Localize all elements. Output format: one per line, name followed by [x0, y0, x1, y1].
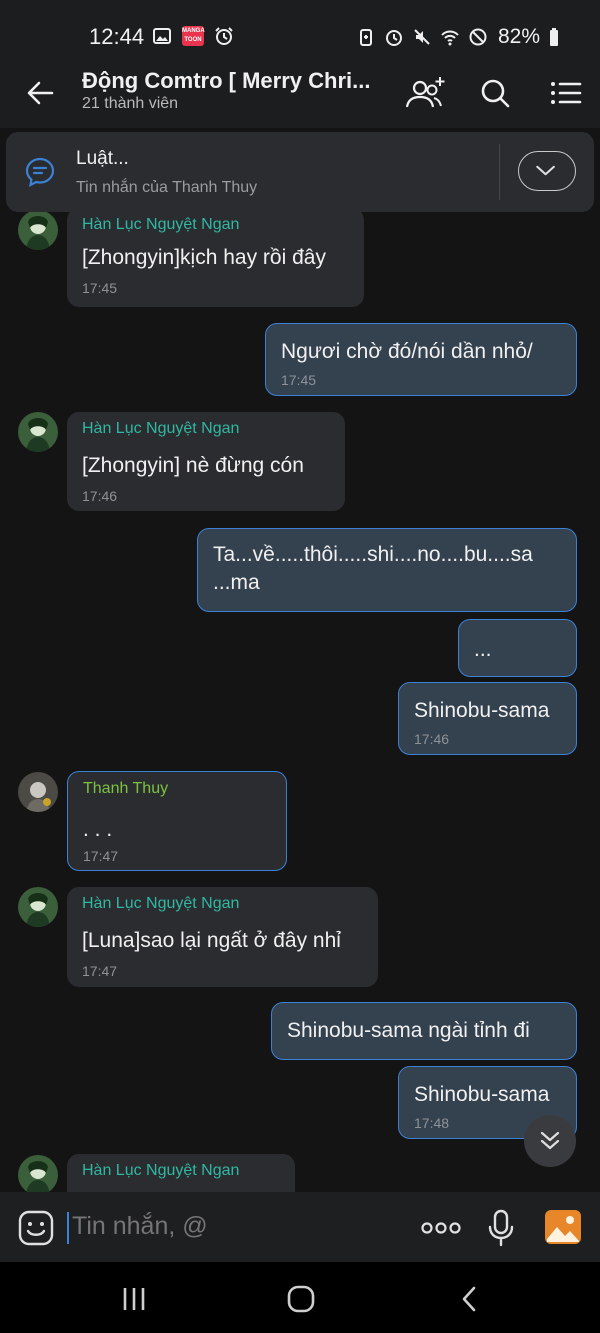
home-icon[interactable] — [286, 1284, 316, 1314]
message-bubble[interactable]: Thanh Thuy . . . 17:47 — [67, 771, 287, 871]
message-bubble[interactable]: Ta...về.....thôi.....shi....no....bu....… — [197, 528, 577, 612]
back-nav-icon[interactable] — [455, 1284, 485, 1314]
avatar-image — [18, 212, 58, 250]
do-not-disturb-icon — [469, 28, 487, 46]
message-text-line: ...ma — [213, 571, 260, 594]
message-text: Ngươi chờ đó/nói dần nhỏ/ — [281, 340, 533, 363]
message-time: 17:46 — [414, 731, 450, 747]
message-text: [Zhongyin] nè đừng cón — [82, 454, 304, 477]
scroll-to-bottom-button[interactable] — [524, 1115, 576, 1167]
add-member-icon[interactable] — [402, 73, 446, 113]
battery-icon — [550, 28, 558, 46]
alarm-icon — [385, 30, 402, 46]
message-bubble[interactable]: Shinobu-sama 17:46 — [398, 682, 577, 755]
avatar[interactable] — [18, 212, 58, 250]
status-time: 12:44 — [89, 24, 145, 49]
message-bubble[interactable]: Hàn Lục Nguyệt Ngan — [67, 1154, 295, 1192]
avatar[interactable] — [18, 772, 58, 812]
status-bar: 12:44 MANGA TOON 82% — [0, 0, 600, 58]
status-left-icons: MANGA TOON — [152, 26, 234, 46]
message-text: [Zhongyin]kịch hay rồi đây — [82, 246, 326, 269]
chat-header: Động Comtro [ Merry Chri... 21 thành viê… — [0, 58, 600, 128]
status-right-icons: 82% — [356, 25, 560, 49]
message-time: 17:47 — [82, 963, 118, 979]
avatar[interactable] — [18, 412, 58, 452]
message-text: . . . — [83, 818, 113, 841]
sender-name[interactable]: Hàn Lục Nguyệt Ngan — [82, 895, 239, 913]
pinned-divider — [499, 144, 500, 200]
wifi-icon — [441, 30, 459, 46]
message-time: 17:46 — [82, 488, 118, 504]
message-bubble[interactable]: Ngươi chờ đó/nói dần nhỏ/ 17:45 — [265, 323, 577, 396]
double-chevron-down-icon — [540, 1131, 560, 1150]
avatar-image — [18, 887, 58, 927]
recent-apps-icon[interactable] — [119, 1284, 149, 1314]
pinned-title: Luật... — [76, 148, 129, 169]
message-bubble[interactable]: Hàn Lục Nguyệt Ngan [Zhongyin] nè đừng c… — [67, 412, 345, 511]
message-list[interactable]: Hàn Lục Nguyệt Ngan [Zhongyin]kịch hay r… — [0, 212, 600, 1192]
sticker-icon[interactable] — [18, 1210, 54, 1246]
avatar[interactable] — [18, 887, 58, 927]
chat-title[interactable]: Động Comtro [ Merry Chri... — [82, 68, 372, 94]
avatar-image — [18, 412, 58, 452]
alarm-icon — [215, 27, 233, 45]
message-input[interactable] — [72, 1212, 402, 1241]
pinned-subtitle: Tin nhắn của Thanh Thuy — [76, 179, 258, 196]
message-text: Shinobu-sama — [414, 1083, 550, 1106]
message-time: 17:48 — [414, 1115, 450, 1131]
sender-name[interactable]: Thanh Thuy — [83, 780, 168, 798]
message-bubble[interactable]: Hàn Lục Nguyệt Ngan [Luna]sao lại ngất ở… — [67, 887, 378, 987]
message-composer — [0, 1192, 600, 1262]
chevron-down-icon — [536, 165, 555, 176]
more-options-icon[interactable] — [420, 1214, 462, 1242]
message-bubble[interactable]: ... — [458, 619, 577, 677]
member-count[interactable]: 21 thành viên — [82, 95, 178, 113]
message-bubble[interactable]: Hàn Lục Nguyệt Ngan [Zhongyin]kịch hay r… — [67, 212, 364, 307]
message-text: ... — [474, 638, 492, 661]
chat-bubble-icon — [25, 157, 55, 188]
message-text: [Luna]sao lại ngất ở đây nhỉ — [82, 929, 341, 952]
text-cursor — [67, 1212, 69, 1244]
gallery-notification-icon — [153, 28, 171, 44]
message-time: 17:47 — [83, 848, 119, 864]
microphone-icon[interactable] — [486, 1208, 516, 1248]
pinned-message-bar[interactable]: Luật... Tin nhắn của Thanh Thuy — [6, 132, 594, 212]
message-text: Shinobu-sama — [414, 699, 550, 722]
message-time: 17:45 — [281, 372, 317, 388]
message-time: 17:45 — [82, 280, 118, 296]
avatar-image — [18, 772, 58, 812]
message-text-line: Ta...về.....thôi.....shi....no....bu....… — [213, 543, 533, 566]
message-bubble[interactable]: Shinobu-sama ngài tỉnh đi — [271, 1002, 577, 1060]
sender-name[interactable]: Hàn Lục Nguyệt Ngan — [82, 420, 239, 438]
gallery-icon[interactable] — [544, 1209, 582, 1245]
menu-list-icon[interactable] — [544, 73, 588, 113]
message-text: Shinobu-sama ngài tỉnh đi — [287, 1019, 530, 1042]
battery-percentage: 82% — [497, 25, 540, 48]
battery-saver-icon — [359, 29, 372, 46]
search-icon[interactable] — [474, 73, 518, 113]
system-navigation-bar — [0, 1262, 600, 1333]
back-arrow-icon[interactable] — [22, 75, 58, 111]
expand-pinned-button[interactable] — [518, 151, 576, 191]
sender-name[interactable]: Hàn Lục Nguyệt Ngan — [82, 216, 239, 234]
avatar[interactable] — [18, 1155, 58, 1192]
manga-toon-icon: MANGA TOON — [182, 26, 205, 46]
sender-name[interactable]: Hàn Lục Nguyệt Ngan — [82, 1162, 239, 1180]
avatar-image — [18, 1155, 58, 1192]
mute-icon — [414, 29, 430, 45]
